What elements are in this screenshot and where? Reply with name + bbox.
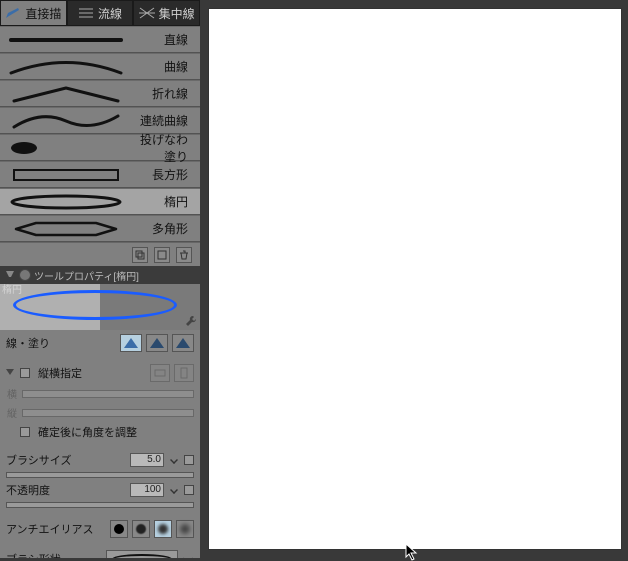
copy-subtool-button[interactable] bbox=[132, 247, 148, 263]
subtool-label: 連続曲線 bbox=[132, 112, 200, 129]
aspect-mode-a[interactable] bbox=[150, 364, 170, 382]
brush-shape-preview[interactable] bbox=[106, 550, 178, 558]
subtool-label: 曲線 bbox=[132, 58, 200, 75]
prop-brush-shape: ブラシ形状 bbox=[6, 550, 194, 558]
prop-label: 線・塗り bbox=[6, 335, 50, 351]
prop-aspect-toggle: 縦横指定 bbox=[6, 364, 194, 382]
subtool-preview bbox=[0, 54, 132, 79]
tab-label: 集中線 bbox=[159, 5, 195, 22]
opacity-slider-row bbox=[6, 502, 194, 508]
line-fill-stroke-fill[interactable] bbox=[146, 334, 168, 352]
aspect-mode-b[interactable] bbox=[174, 364, 194, 382]
prop-angle-after: 確定後に角度を調整 bbox=[6, 424, 194, 440]
trash-icon bbox=[179, 250, 189, 260]
tool-preview-name: 楕円 bbox=[2, 281, 22, 296]
brush-size-link[interactable] bbox=[184, 455, 194, 465]
dim-w-label: 横 bbox=[6, 386, 18, 401]
prop-label: 確定後に角度を調整 bbox=[38, 424, 137, 440]
flow-lines-icon bbox=[78, 7, 94, 19]
antialias-strong[interactable] bbox=[176, 520, 194, 538]
subtool-footer bbox=[0, 242, 200, 266]
brush-size-stepper[interactable] bbox=[170, 456, 178, 464]
antialias-weak[interactable] bbox=[132, 520, 150, 538]
subtool-polyline[interactable]: 折れ線 bbox=[0, 80, 200, 107]
subtool-label: 多角形 bbox=[132, 220, 200, 237]
wrench-icon[interactable] bbox=[185, 315, 197, 327]
tab-focus-lines[interactable]: 集中線 bbox=[133, 0, 200, 26]
tab-direct-draw[interactable]: 直接描 bbox=[0, 0, 67, 26]
subtool-preview bbox=[0, 216, 132, 241]
tab-label: 直接描 bbox=[25, 5, 61, 22]
angle-after-checkbox[interactable] bbox=[20, 427, 30, 437]
subtool-label: 投げなわ塗り bbox=[132, 131, 200, 165]
aspect-height-slider[interactable] bbox=[22, 409, 194, 417]
canvas[interactable] bbox=[208, 8, 622, 550]
aspect-checkbox[interactable] bbox=[20, 368, 30, 378]
collapse-icon[interactable] bbox=[6, 271, 14, 279]
subtool-label: 直線 bbox=[132, 31, 200, 48]
subtool-preview bbox=[0, 162, 132, 187]
subtool-label: 折れ線 bbox=[132, 85, 200, 102]
subtool-straight-line[interactable]: 直線 bbox=[0, 26, 200, 53]
preview-ellipse-stroke bbox=[13, 290, 177, 320]
expand-icon[interactable] bbox=[6, 369, 14, 377]
new-subtool-button[interactable] bbox=[154, 247, 170, 263]
tool-property-title: ツールプロパティ[楕円] bbox=[34, 268, 139, 283]
prop-label: 不透明度 bbox=[6, 482, 50, 498]
prop-label: ブラシサイズ bbox=[6, 452, 71, 468]
antialias-mid[interactable] bbox=[154, 520, 172, 538]
subtool-label: 長方形 bbox=[132, 166, 200, 183]
opacity-link[interactable] bbox=[184, 485, 194, 495]
focus-lines-icon bbox=[139, 7, 155, 19]
subtool-polygon[interactable]: 多角形 bbox=[0, 215, 200, 242]
subtool-tabs: 直接描 流線 集中線 bbox=[0, 0, 200, 26]
line-fill-stroke-only[interactable] bbox=[120, 334, 142, 352]
tool-properties: 線・塗り 縦横指定 横 縦 bbox=[0, 330, 200, 558]
tab-label: 流線 bbox=[98, 5, 122, 22]
subtool-curve[interactable]: 曲線 bbox=[0, 53, 200, 80]
subtool-ellipse[interactable]: 楕円 bbox=[0, 188, 200, 215]
prop-antialias: アンチエイリアス bbox=[6, 520, 194, 538]
line-fill-fill-only[interactable] bbox=[172, 334, 194, 352]
subtool-preview bbox=[0, 81, 132, 106]
canvas-area bbox=[200, 0, 628, 558]
prop-label: ブラシ形状 bbox=[6, 551, 61, 558]
prop-aspect-width: 横 bbox=[6, 386, 194, 401]
ellipse-icon bbox=[112, 554, 172, 558]
tab-flow-lines[interactable]: 流線 bbox=[67, 0, 134, 26]
subtool-preview bbox=[0, 27, 132, 52]
subtool-lasso-fill[interactable]: 投げなわ塗り bbox=[0, 134, 200, 161]
subtool-preview bbox=[0, 108, 132, 133]
antialias-none[interactable] bbox=[110, 520, 128, 538]
subtool-preview bbox=[0, 189, 132, 214]
opacity-stepper[interactable] bbox=[170, 486, 178, 494]
opacity-slider[interactable] bbox=[6, 502, 194, 508]
tool-preview: 楕円 bbox=[0, 284, 200, 330]
prop-aspect-height: 縦 bbox=[6, 405, 194, 420]
pencil-icon bbox=[5, 7, 21, 19]
prop-label: アンチエイリアス bbox=[6, 521, 94, 537]
subtool-preview bbox=[0, 135, 132, 160]
brush-size-slider-row bbox=[6, 472, 194, 478]
prop-brush-size: ブラシサイズ 5.0 bbox=[6, 452, 194, 468]
delete-subtool-button[interactable] bbox=[176, 247, 192, 263]
brush-size-value[interactable]: 5.0 bbox=[130, 453, 164, 467]
tool-property-header: ツールプロパティ[楕円] bbox=[0, 266, 200, 284]
brush-shape-dropdown[interactable] bbox=[182, 553, 193, 558]
aspect-width-slider[interactable] bbox=[22, 390, 194, 398]
dim-h-label: 縦 bbox=[6, 405, 18, 420]
prop-label: 縦横指定 bbox=[38, 365, 82, 381]
opacity-value[interactable]: 100 bbox=[130, 483, 164, 497]
brush-size-slider[interactable] bbox=[6, 472, 194, 478]
prop-line-fill: 線・塗り bbox=[6, 334, 194, 352]
subtool-label: 楕円 bbox=[132, 193, 200, 210]
subtool-rectangle[interactable]: 長方形 bbox=[0, 161, 200, 188]
prop-opacity: 不透明度 100 bbox=[6, 482, 194, 498]
gear-icon[interactable] bbox=[20, 270, 30, 280]
subtool-list: 直線 曲線 折れ線 連続曲線 投げなわ塗り 長方形 bbox=[0, 26, 200, 266]
